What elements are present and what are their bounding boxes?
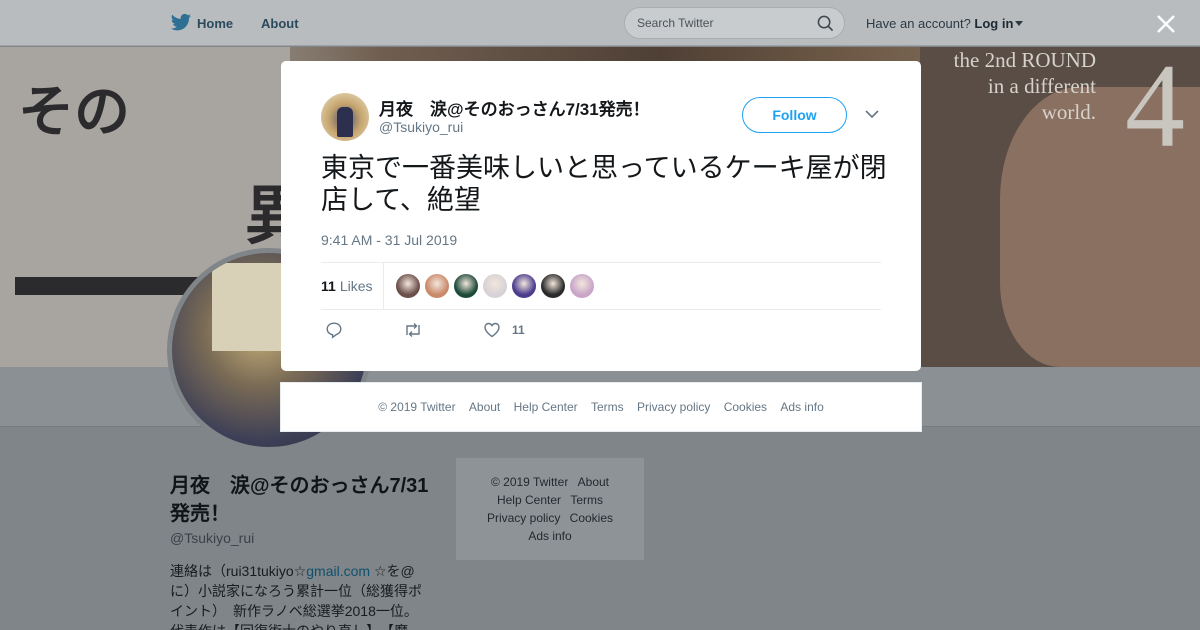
profile-name: 月夜 涙@そのおっさん7/31発売！ [170,475,429,525]
liker-avatar[interactable] [454,274,478,298]
retweet-icon [406,323,420,337]
bio-email-link[interactable]: gmail.com [306,563,370,579]
footer-terms-link[interactable]: Terms [591,400,624,414]
login-link[interactable]: Log in [974,16,1013,31]
sidebar-link-copyright: © 2019 Twitter [490,475,569,489]
tweet-text: 東京で一番美味しいと思っているケーキ屋が閉店して、絶望 [321,153,887,216]
reply-icon [326,322,342,339]
liker-avatar[interactable] [396,274,420,298]
footer-ads-link[interactable]: Ads info [780,400,823,414]
liker-avatar[interactable] [483,274,507,298]
sidebar-link-cookies[interactable]: Cookies [570,511,613,525]
chevron-down-icon [1015,21,1024,26]
search-placeholder: Search Twitter [637,16,714,30]
follow-button[interactable]: Follow [742,97,847,133]
search-input[interactable]: Search Twitter [624,7,845,39]
banner-subtitle: the 2nd ROUND in a different world. [896,47,1096,125]
footer-help-link[interactable]: Help Center [514,400,578,414]
heart-icon [484,322,500,338]
banner-subtitle-line: the 2nd ROUND [953,48,1096,72]
liker-avatar[interactable] [541,274,565,298]
liker-avatar[interactable] [570,274,594,298]
stats-divider [383,263,384,310]
nav-about-link[interactable]: About [261,16,299,31]
like-count: 11 [512,323,525,337]
sidebar-link-help[interactable]: Help Center [497,493,561,507]
search-icon[interactable] [817,15,834,32]
tweet-stats: 11 Likes [321,262,881,310]
profile-handle[interactable]: @Tsukiyo_rui [170,530,254,546]
liker-avatar[interactable] [512,274,536,298]
tweet-author-avatar[interactable] [321,93,369,141]
nav-home-link[interactable]: Home [197,16,233,31]
chevron-down-icon[interactable] [865,109,879,119]
account-prompt: Have an account? [866,16,971,31]
liker-avatar[interactable] [425,274,449,298]
footer-copyright: © 2019 Twitter [378,400,456,414]
likes-label: Likes [339,278,373,294]
footer-privacy-link[interactable]: Privacy policy [637,400,710,414]
like-button[interactable] [483,321,501,339]
likers-list [396,274,599,298]
close-icon[interactable] [1154,12,1178,36]
tweet-author-handle[interactable]: @Tsukiyo_rui [379,119,463,135]
twitter-bird-icon[interactable] [170,13,192,33]
sidebar-link-ads[interactable]: Ads info [528,529,571,543]
banner-subtitle-line: world. [1041,100,1096,124]
sidebar-link-terms[interactable]: Terms [570,493,603,507]
tweet-modal: 月夜 涙@そのおっさん7/31発売！ @Tsukiyo_rui Follow 東… [281,61,921,371]
banner-stroke [15,277,205,295]
banner-volume-number: 4 [1125,47,1185,172]
top-nav: Home About Search Twitter Have an accoun… [0,0,1200,46]
likes-count: 11 [321,278,336,294]
sidebar-link-privacy[interactable]: Privacy policy [487,511,560,525]
sidebar-footer: © 2019 Twitter About Help Center Terms P… [456,458,644,560]
sidebar-link-about[interactable]: About [578,475,609,489]
likes-stat[interactable]: 11 Likes [321,278,373,294]
banner-subtitle-line: in a different [987,74,1096,98]
account-menu[interactable]: Have an account? Log in [866,16,1024,31]
footer-about-link[interactable]: About [469,400,500,414]
tweet-timestamp[interactable]: 9:41 AM - 31 Jul 2019 [321,232,457,248]
footer-cookies-link[interactable]: Cookies [724,400,767,414]
retweet-button[interactable] [403,321,423,339]
tweet-actions: 11 [321,321,621,341]
profile-bio: 連絡は（rui31tukiyo☆gmail.com ☆を@に）小説家になろう累計… [170,561,430,630]
modal-footer: © 2019 Twitter About Help Center Terms P… [280,382,922,432]
reply-button[interactable] [325,321,343,339]
bio-text: 連絡は（rui31tukiyo☆ [170,563,307,579]
banner-title-text: その [18,79,130,145]
avatar-art [337,107,353,137]
tweet-author-name[interactable]: 月夜 涙@そのおっさん7/31発売！ [379,95,650,120]
